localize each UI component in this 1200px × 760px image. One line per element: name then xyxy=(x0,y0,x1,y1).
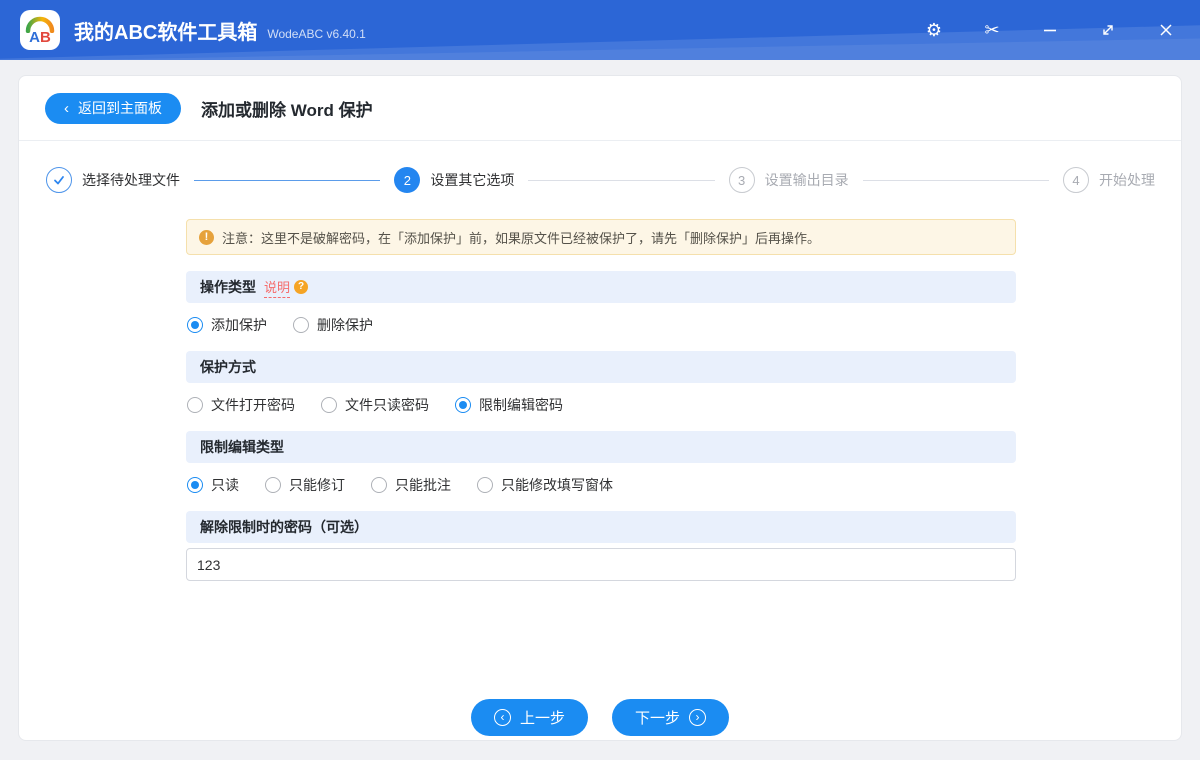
next-step-label: 下一步 xyxy=(635,710,681,727)
step-1-label: 选择待处理文件 xyxy=(82,172,180,188)
warning-notice-text: 注意：这里不是破解密码，在「添加保护」前，如果原文件已经被保护了，请先「删除保护… xyxy=(222,230,821,246)
radio-readonly-password[interactable]: 文件只读密码 xyxy=(321,395,429,415)
step-connector xyxy=(194,179,381,181)
unlock-password-input[interactable] xyxy=(186,548,1016,581)
warning-notice: ! 注意：这里不是破解密码，在「添加保护」前，如果原文件已经被保护了，请先「删除… xyxy=(186,219,1016,255)
radio-dot-icon xyxy=(477,477,493,493)
radio-dot-icon xyxy=(187,477,203,493)
radio-dot-icon xyxy=(321,397,337,413)
options-form: ! 注意：这里不是破解密码，在「添加保护」前，如果原文件已经被保护了，请先「删除… xyxy=(186,219,1016,581)
radio-label: 限制编辑密码 xyxy=(479,397,563,413)
method-radio-group: 文件打开密码 文件只读密码 限制编辑密码 xyxy=(187,395,1016,415)
help-link[interactable]: 说明 xyxy=(264,277,291,298)
step-indicator: 选择待处理文件 2 设置其它选项 3 设置输出目录 4 开始处理 xyxy=(46,166,1155,194)
step-3: 3 设置输出目录 xyxy=(728,167,849,193)
window-titlebar: AB 我的ABC软件工具箱 WodeABC v6.40.1 ⚙ ✂ xyxy=(0,0,1200,60)
radio-dot-icon xyxy=(187,317,203,333)
maximize-icon[interactable] xyxy=(1096,18,1120,42)
app-version: WodeABC v6.40.1 xyxy=(267,26,366,41)
back-button-label: 返回到主面板 xyxy=(78,100,162,116)
radio-track-changes-only[interactable]: 只能修订 xyxy=(265,475,345,495)
section-password-header: 解除限制时的密码（可选） xyxy=(186,511,1016,543)
settings-gear-icon[interactable]: ⚙ xyxy=(922,18,946,42)
section-password-title: 解除限制时的密码（可选） xyxy=(200,519,368,535)
radio-remove-protection[interactable]: 删除保护 xyxy=(293,315,373,335)
radio-dot-icon xyxy=(371,477,387,493)
close-icon[interactable] xyxy=(1154,18,1178,42)
minimize-icon[interactable] xyxy=(1038,18,1062,42)
radio-label: 只能修订 xyxy=(289,477,345,493)
step-connector xyxy=(862,179,1049,181)
radio-comments-only[interactable]: 只能批注 xyxy=(371,475,451,495)
step-1-check-icon xyxy=(46,167,72,193)
radio-label: 只能批注 xyxy=(395,477,451,493)
radio-label: 只读 xyxy=(211,477,239,493)
section-method-title: 保护方式 xyxy=(200,359,256,375)
back-to-dashboard-button[interactable]: ‹ 返回到主面板 xyxy=(45,92,181,124)
main-card: ‹ 返回到主面板 添加或删除 Word 保护 选择待处理文件 2 设置其它选项 … xyxy=(18,75,1182,741)
window-controls: ⚙ ✂ xyxy=(922,18,1200,42)
radio-label: 添加保护 xyxy=(211,317,267,333)
app-title: 我的ABC软件工具箱 xyxy=(74,21,258,44)
exclamation-circle-icon: ! xyxy=(199,229,214,245)
step-2-label: 设置其它选项 xyxy=(430,172,515,188)
restriction-radio-group: 只读 只能修订 只能批注 只能修改填写窗体 xyxy=(187,475,1016,495)
step-3-label: 设置输出目录 xyxy=(764,172,849,188)
chevron-left-circle-icon: ‹ xyxy=(493,709,511,726)
step-4-number: 4 xyxy=(1062,167,1089,193)
radio-open-password[interactable]: 文件打开密码 xyxy=(187,395,295,415)
radio-edit-restriction-password[interactable]: 限制编辑密码 xyxy=(455,395,563,415)
section-operation-title: 操作类型 xyxy=(200,279,256,295)
step-3-number: 3 xyxy=(728,167,755,193)
page-header: ‹ 返回到主面板 添加或删除 Word 保护 xyxy=(19,76,1181,141)
radio-dot-icon xyxy=(455,397,471,413)
radio-label: 删除保护 xyxy=(317,317,373,333)
logo-text: AB xyxy=(29,29,51,46)
radio-dot-icon xyxy=(265,477,281,493)
chevron-right-circle-icon: › xyxy=(689,709,707,726)
scissors-icon[interactable]: ✂ xyxy=(980,18,1004,42)
radio-dot-icon xyxy=(187,397,203,413)
back-chevron-icon: ‹ xyxy=(64,99,69,117)
radio-label: 文件打开密码 xyxy=(211,397,295,413)
radio-label: 只能修改填写窗体 xyxy=(501,477,613,493)
section-restriction-header: 限制编辑类型 xyxy=(186,431,1016,463)
section-operation-header: 操作类型 说明 ? xyxy=(186,271,1016,303)
section-method-header: 保护方式 xyxy=(186,351,1016,383)
wizard-footer: ‹ 上一步 下一步 › xyxy=(19,699,1181,736)
radio-fill-forms-only[interactable]: 只能修改填写窗体 xyxy=(477,475,613,495)
section-restriction-type: 限制编辑类型 只读 只能修订 只能批注 只能修改填写窗体 xyxy=(186,431,1016,495)
radio-add-protection[interactable]: 添加保护 xyxy=(187,315,267,335)
question-mark-icon[interactable]: ? xyxy=(294,280,309,294)
section-unlock-password: 解除限制时的密码（可选） xyxy=(186,511,1016,581)
step-2-number: 2 xyxy=(394,167,421,193)
step-1: 选择待处理文件 xyxy=(46,167,180,193)
radio-label: 文件只读密码 xyxy=(345,397,429,413)
next-step-button[interactable]: 下一步 › xyxy=(612,699,730,736)
step-4: 4 开始处理 xyxy=(1062,167,1155,193)
app-logo-icon: AB xyxy=(20,10,60,50)
operation-radio-group: 添加保护 删除保护 xyxy=(187,315,1016,335)
section-operation-type: 操作类型 说明 ? 添加保护 删除保护 xyxy=(186,271,1016,335)
page-title: 添加或删除 Word 保护 xyxy=(201,100,373,120)
previous-step-button[interactable]: ‹ 上一步 xyxy=(470,699,588,736)
step-4-label: 开始处理 xyxy=(1098,172,1155,188)
section-restriction-title: 限制编辑类型 xyxy=(200,439,284,455)
radio-read-only[interactable]: 只读 xyxy=(187,475,239,495)
step-connector xyxy=(528,179,715,181)
previous-step-label: 上一步 xyxy=(519,710,565,727)
radio-dot-icon xyxy=(293,317,309,333)
step-2: 2 设置其它选项 xyxy=(394,167,514,193)
section-protection-method: 保护方式 文件打开密码 文件只读密码 限制编辑密码 xyxy=(186,351,1016,415)
